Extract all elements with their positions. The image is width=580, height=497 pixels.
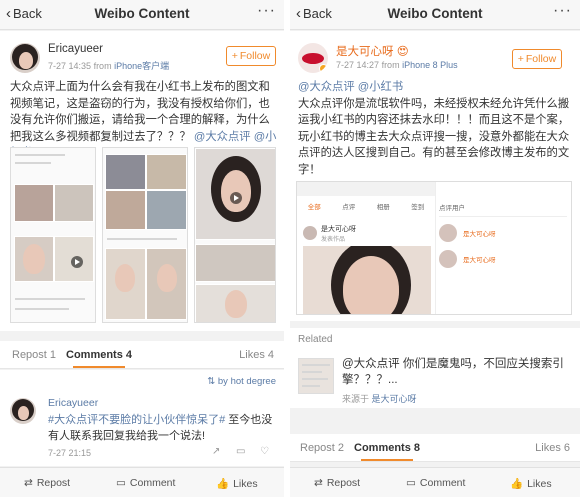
screenshot-row-sub: 发表作品: [321, 237, 346, 243]
reply-icon[interactable]: ↗: [212, 446, 220, 457]
like-button[interactable]: 👍 Likes: [510, 477, 552, 491]
post-text-body: 大众点评你是流氓软件吗，未经授权未经允许凭什么搬运我小红书的内容还抹去水印！！！…: [298, 97, 570, 176]
from-label: from: [381, 60, 400, 70]
comment-button[interactable]: ▭ Comment: [116, 477, 175, 489]
comment-button[interactable]: ▭ Comment: [406, 477, 465, 489]
post-username-text: 是大可心呀: [336, 46, 394, 58]
post-image-2[interactable]: [102, 147, 188, 323]
comment-label: Comment: [419, 477, 466, 489]
verified-badge-icon: [319, 64, 328, 73]
post-source[interactable]: iPhone客户端: [114, 61, 169, 71]
tab-repost[interactable]: Repost 1: [12, 349, 56, 361]
like-button[interactable]: 👍 Likes: [216, 477, 258, 491]
nav-bar: ‹ Back Weibo Content ···: [290, 0, 580, 30]
related-section: Related @大众点评 你们是魔鬼吗，不回应关搜索引擎？？？... 来源于 …: [290, 328, 580, 408]
plus-icon: +: [231, 50, 238, 62]
screenshot-user-2: 是大可心呀: [463, 257, 496, 264]
post-image-3[interactable]: [194, 147, 276, 323]
tab-repost[interactable]: Repost 2: [300, 442, 344, 454]
sort-toggle[interactable]: ⇅ by hot degree: [207, 376, 276, 387]
comment-username[interactable]: Ericayueer: [48, 397, 98, 409]
follow-label: Follow: [525, 53, 557, 65]
screenshot-tab-3: 相册: [376, 204, 390, 211]
mention-xiaohongshu[interactable]: @小红书: [358, 81, 403, 93]
related-thumbnail[interactable]: [298, 358, 334, 394]
screenshot-tabs: 全部 点评 相册 签到: [297, 196, 435, 216]
more-options-button[interactable]: ···: [257, 2, 276, 20]
comment-time: 7-27 21:15: [48, 448, 92, 458]
comment-avatar[interactable]: [10, 398, 36, 424]
post-card: 是大可心呀 😍 7-27 14:27 from iPhone 8 Plus + …: [290, 31, 580, 321]
follow-label: Follow: [239, 50, 271, 62]
avatar[interactable]: [298, 43, 328, 73]
post-username[interactable]: Ericayueer: [48, 43, 103, 55]
post-meta: 7-27 14:27 from iPhone 8 Plus: [336, 60, 458, 70]
repost-button[interactable]: ⇄ Repost: [314, 477, 360, 489]
plus-icon: +: [517, 53, 524, 65]
post-image-screenshot[interactable]: 全部 点评 相册 签到 是大可心呀 发表作品 点评用户 是大可心呀 是大可心呀: [296, 181, 572, 315]
comment-bubble-icon: ▭: [406, 477, 416, 489]
comment-card: ⇅ by hot degree Ericayueer #大众点评不要脸的让小伙伴…: [0, 370, 284, 466]
tab-likes[interactable]: Likes 6: [535, 442, 570, 454]
from-label: from: [93, 61, 112, 71]
repost-label: Repost: [36, 477, 71, 489]
post-image-1[interactable]: [10, 147, 96, 323]
bottom-action-bar: ⇄ Repost ▭ Comment 👍 Likes: [0, 467, 284, 497]
post-stats-tabs: Repost 1 Comments 4 Likes 4: [0, 341, 284, 369]
sort-label: by hot degree: [217, 376, 276, 387]
screenshot-sidebar-title: 点评用户: [439, 205, 465, 212]
heart-eyes-emoji: 😍: [396, 46, 409, 58]
avatar[interactable]: [10, 43, 40, 73]
page-title: Weibo Content: [94, 6, 190, 21]
mention-dianping[interactable]: @大众点评: [194, 131, 251, 143]
screenshot-user-1: 是大可心呀: [463, 231, 496, 238]
left-weibo-panel: ‹ Back Weibo Content ··· Ericayueer 7-27…: [0, 0, 284, 497]
screenshot-tab-4: 签到: [411, 204, 425, 211]
related-label: Related: [298, 334, 333, 345]
post-text: @大众点评 @小红书 大众点评你是流氓软件吗，未经授权未经允许凭什么搬运我小红书…: [298, 79, 574, 178]
related-source: 来源于 是大可心呀: [342, 392, 417, 405]
comment-hashtag[interactable]: #大众点评不要脸的让小伙伴惊呆了#: [48, 414, 225, 426]
more-options-button[interactable]: ···: [553, 2, 572, 20]
repost-label: Repost: [326, 477, 361, 489]
post-username[interactable]: 是大可心呀 😍: [336, 43, 409, 59]
post-meta: 7-27 14:35 from iPhone客户端: [48, 59, 169, 72]
post-source[interactable]: iPhone 8 Plus: [402, 60, 458, 70]
related-source-prefix: 来源于: [342, 394, 370, 404]
post-stats-tabs: Repost 2 Comments 8 Likes 6: [290, 434, 580, 462]
sort-icon: ⇅: [207, 376, 216, 387]
likes-label: Likes: [527, 477, 552, 490]
tab-comments[interactable]: Comments 4: [66, 349, 132, 368]
comment-icon[interactable]: ▭: [236, 446, 245, 457]
tab-comments[interactable]: Comments 8: [354, 442, 420, 461]
tab-likes[interactable]: Likes 4: [239, 349, 274, 361]
comment-label: Comment: [129, 477, 176, 489]
right-weibo-panel: ‹ Back Weibo Content ··· 是大可心呀 😍 7-27 14…: [290, 0, 580, 497]
post-card: Ericayueer 7-27 14:35 from iPhone客户端 + F…: [0, 31, 284, 331]
comment-text: #大众点评不要脸的让小伙伴惊呆了# 至今也没有人联系我回复我给我一个说法!: [48, 412, 276, 444]
nav-bar: ‹ Back Weibo Content ···: [0, 0, 284, 30]
follow-button[interactable]: + Follow: [512, 49, 562, 69]
like-icon[interactable]: ♡: [260, 446, 269, 457]
screenshot-tab-1: 全部: [307, 204, 321, 211]
repost-button[interactable]: ⇄ Repost: [24, 477, 70, 489]
repost-icon: ⇄: [24, 477, 33, 489]
thumbs-up-icon: 👍: [510, 478, 524, 490]
mention-dianping[interactable]: @大众点评: [298, 81, 355, 93]
post-time: 7-27 14:27: [336, 60, 380, 70]
related-post-text[interactable]: @大众点评 你们是魔鬼吗，不回应关搜索引擎？？？...: [342, 356, 570, 388]
page-title: Weibo Content: [387, 6, 483, 21]
repost-icon: ⇄: [314, 477, 323, 489]
follow-button[interactable]: + Follow: [226, 46, 276, 66]
screenshot-row-name: 是大可心呀: [321, 226, 356, 233]
post-time: 7-27 14:35: [48, 61, 92, 71]
thumbs-up-icon: 👍: [216, 478, 230, 490]
comment-bubble-icon: ▭: [116, 477, 126, 489]
related-source-name[interactable]: 是大可心呀: [372, 394, 417, 404]
likes-label: Likes: [233, 477, 258, 490]
screenshot-tab-2: 点评: [342, 204, 356, 211]
bottom-action-bar: ⇄ Repost ▭ Comment 👍 Likes: [290, 467, 580, 497]
